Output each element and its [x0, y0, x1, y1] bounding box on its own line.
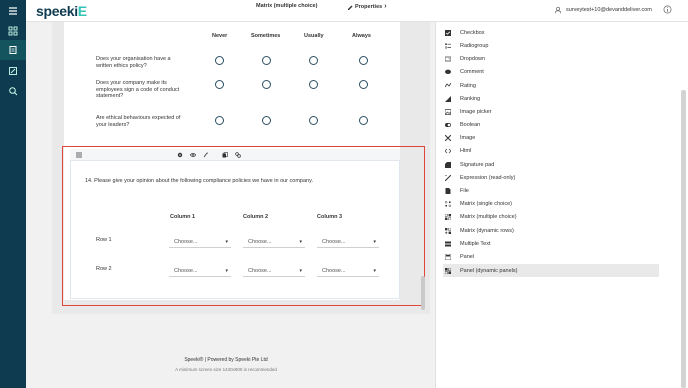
toolbox-item-boolean[interactable]: Boolean: [443, 118, 659, 131]
boolean-icon: [445, 122, 451, 128]
user-email: surveytest+10@devanddeliver.com: [566, 7, 652, 13]
toolbox-item-image-picker[interactable]: Image picker: [443, 105, 659, 118]
edit-icon[interactable]: [6, 64, 20, 78]
question-type-label: Matrix (multiple choice): [256, 3, 318, 9]
radio-button[interactable]: [309, 116, 318, 125]
footer-powered-by: Speeki® | Powered by Speeki Pte Ltd: [184, 357, 268, 363]
toolbox-item-signature-pad[interactable]: Signature pad: [443, 158, 659, 171]
radio-button[interactable]: [215, 80, 224, 89]
radio-button[interactable]: [359, 56, 368, 65]
menu-icon[interactable]: [6, 4, 20, 18]
panel-dynamic-icon: [445, 267, 451, 274]
matrix-column-header: Sometimes: [251, 33, 281, 39]
file-icon: [445, 187, 451, 194]
pencil-icon: [348, 5, 353, 10]
dropdown-icon: [445, 56, 451, 62]
toolbox-item-panel-dynamic[interactable]: Panel (dynamic panels): [443, 264, 659, 277]
matrix-dynamic-icon: [445, 227, 451, 234]
chevron-right-icon: ›: [384, 3, 387, 10]
multiple-text-icon: [445, 241, 451, 247]
image-picker-icon: [445, 108, 451, 115]
radio-button[interactable]: [359, 116, 368, 125]
toolbox-item-matrix-multiple[interactable]: Matrix (multiple choice): [443, 210, 659, 223]
info-icon[interactable]: [663, 5, 672, 14]
matrix-row-question: Are ethical behaviours expected of your …: [96, 115, 181, 128]
radio-button[interactable]: [215, 56, 224, 65]
radio-button[interactable]: [309, 80, 318, 89]
toolbox-item-panel[interactable]: Panel: [443, 250, 659, 263]
toolbox-scrollbar[interactable]: [681, 90, 686, 388]
html-icon: [445, 148, 451, 154]
toolbox-item-radiogroup[interactable]: Radiogroup: [443, 39, 659, 52]
matrix-row-question: Does your company make its employees sig…: [96, 80, 180, 99]
matrix-single-icon: [445, 200, 451, 207]
speeki-logo[interactable]: speekiE: [36, 3, 87, 19]
radio-button[interactable]: [262, 80, 271, 89]
signature-icon: [445, 161, 451, 168]
matrix-column-header: Usually: [304, 33, 324, 39]
surveys-nav-active[interactable]: [0, 40, 26, 60]
matrix-column-header: Always: [352, 33, 371, 39]
selection-highlight: [62, 146, 425, 306]
expression-icon: [445, 174, 451, 181]
toolbox-item-matrix-single[interactable]: Matrix (single choice): [443, 197, 659, 210]
toolbox-item-matrix-dynamic[interactable]: Matrix (dynamic rows): [443, 224, 659, 237]
properties-label: Properties: [355, 3, 383, 10]
footer-screen-size-note: A minimum screen size 1440x900 is recomm…: [175, 367, 277, 372]
radio-button[interactable]: [309, 56, 318, 65]
toolbox-item-rating[interactable]: Rating: [443, 79, 659, 92]
properties-button[interactable]: Properties ›: [347, 3, 387, 10]
toolbox-item-image[interactable]: Image: [443, 131, 659, 144]
checkbox-icon: [445, 29, 451, 36]
radio-button[interactable]: [262, 116, 271, 125]
matrix-row-question: Does your organisation have a written et…: [96, 56, 171, 69]
user-menu[interactable]: surveytest+10@devanddeliver.com: [554, 6, 652, 14]
ranking-icon: [445, 95, 451, 102]
toolbox-item-comment[interactable]: Comment: [443, 65, 659, 78]
radio-button[interactable]: [215, 116, 224, 125]
user-icon: [554, 6, 562, 14]
radiogroup-icon: [445, 42, 451, 49]
search-icon[interactable]: [6, 84, 20, 98]
toolbox-item-dropdown[interactable]: Dropdown: [443, 52, 659, 65]
toolbox-item-ranking[interactable]: Ranking: [443, 92, 659, 105]
toolbox-item-checkbox[interactable]: Checkbox: [443, 26, 659, 39]
image-icon: [445, 134, 451, 141]
left-nav-rail: [0, 0, 26, 388]
toolbox-item-html[interactable]: Html: [443, 144, 659, 157]
panel-icon: [445, 253, 451, 260]
toolbox-item-file[interactable]: File: [443, 184, 659, 197]
matrix-column-header: Never: [212, 33, 228, 39]
radio-button[interactable]: [262, 56, 271, 65]
radio-button[interactable]: [359, 80, 368, 89]
comment-icon: [445, 69, 451, 75]
toolbox-item-multiple-text[interactable]: Multiple Text: [443, 237, 659, 250]
canvas-scrollbar[interactable]: [421, 276, 425, 310]
matrix-multiple-icon: [445, 213, 451, 220]
toolbox-item-expression[interactable]: Expression (read-only): [443, 171, 659, 184]
rating-icon: [445, 82, 451, 89]
dashboard-icon[interactable]: [6, 24, 20, 38]
